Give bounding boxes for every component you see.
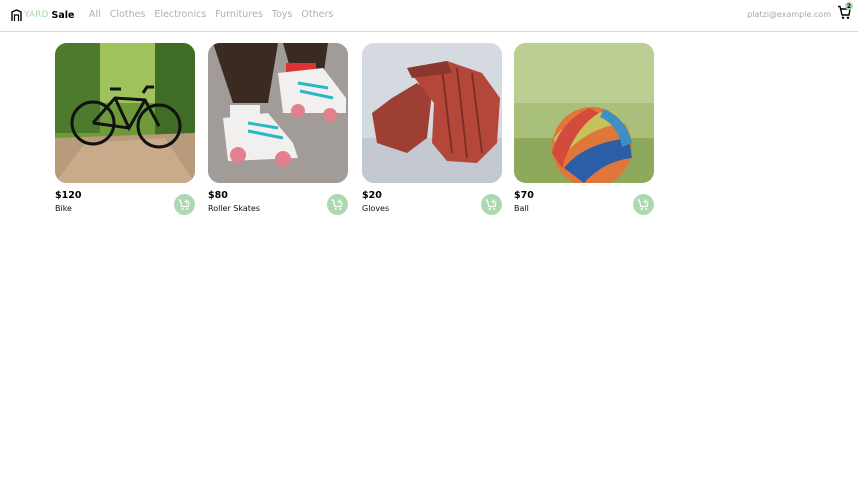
product-name: Bike <box>55 204 72 213</box>
nav-link-others[interactable]: Others <box>301 9 333 20</box>
product-name: Ball <box>514 204 529 213</box>
product-card[interactable]: $70 Ball <box>514 43 654 218</box>
brand-logo[interactable]: YARD Sale <box>11 7 75 23</box>
brand-yard-text: YARD <box>24 10 49 20</box>
add-to-cart-button[interactable] <box>174 194 195 215</box>
brand-sale-text: Sale <box>51 9 75 21</box>
add-to-cart-button[interactable] <box>633 194 654 215</box>
building-logo-icon <box>11 8 22 21</box>
nav-link-clothes[interactable]: Clothes <box>110 9 146 20</box>
add-to-cart-icon <box>637 198 649 210</box>
product-price: $120 <box>55 190 82 201</box>
cart-button[interactable]: 2 <box>837 2 853 21</box>
product-card[interactable]: $120 Bike <box>55 43 195 218</box>
product-price: $80 <box>208 190 228 201</box>
navbar: YARD Sale All Clothes Electronics Furnit… <box>0 0 858 32</box>
product-price: $70 <box>514 190 534 201</box>
add-to-cart-button[interactable] <box>327 194 348 215</box>
nav-link-electronics[interactable]: Electronics <box>154 9 206 20</box>
cart-count-badge: 2 <box>845 2 853 10</box>
product-image-ball[interactable] <box>514 43 654 183</box>
add-to-cart-icon <box>178 198 190 210</box>
product-image-bike[interactable] <box>55 43 195 183</box>
product-card[interactable]: $20 Gloves <box>362 43 502 218</box>
product-image-gloves[interactable] <box>362 43 502 183</box>
product-name: Gloves <box>362 204 390 213</box>
nav-link-toys[interactable]: Toys <box>272 9 293 20</box>
nav-link-all[interactable]: All <box>89 9 101 20</box>
add-to-cart-icon <box>485 198 497 210</box>
user-email[interactable]: platzi@example.com <box>747 10 831 19</box>
product-price: $20 <box>362 190 382 201</box>
product-name: Roller Skates <box>208 204 260 213</box>
add-to-cart-icon <box>331 198 343 210</box>
category-nav: All Clothes Electronics Furnitures Toys … <box>89 9 342 20</box>
product-card[interactable]: $80 Roller Skates <box>208 43 348 218</box>
nav-link-furnitures[interactable]: Furnitures <box>215 9 263 20</box>
product-image-roller-skates[interactable] <box>208 43 348 183</box>
add-to-cart-button[interactable] <box>481 194 502 215</box>
